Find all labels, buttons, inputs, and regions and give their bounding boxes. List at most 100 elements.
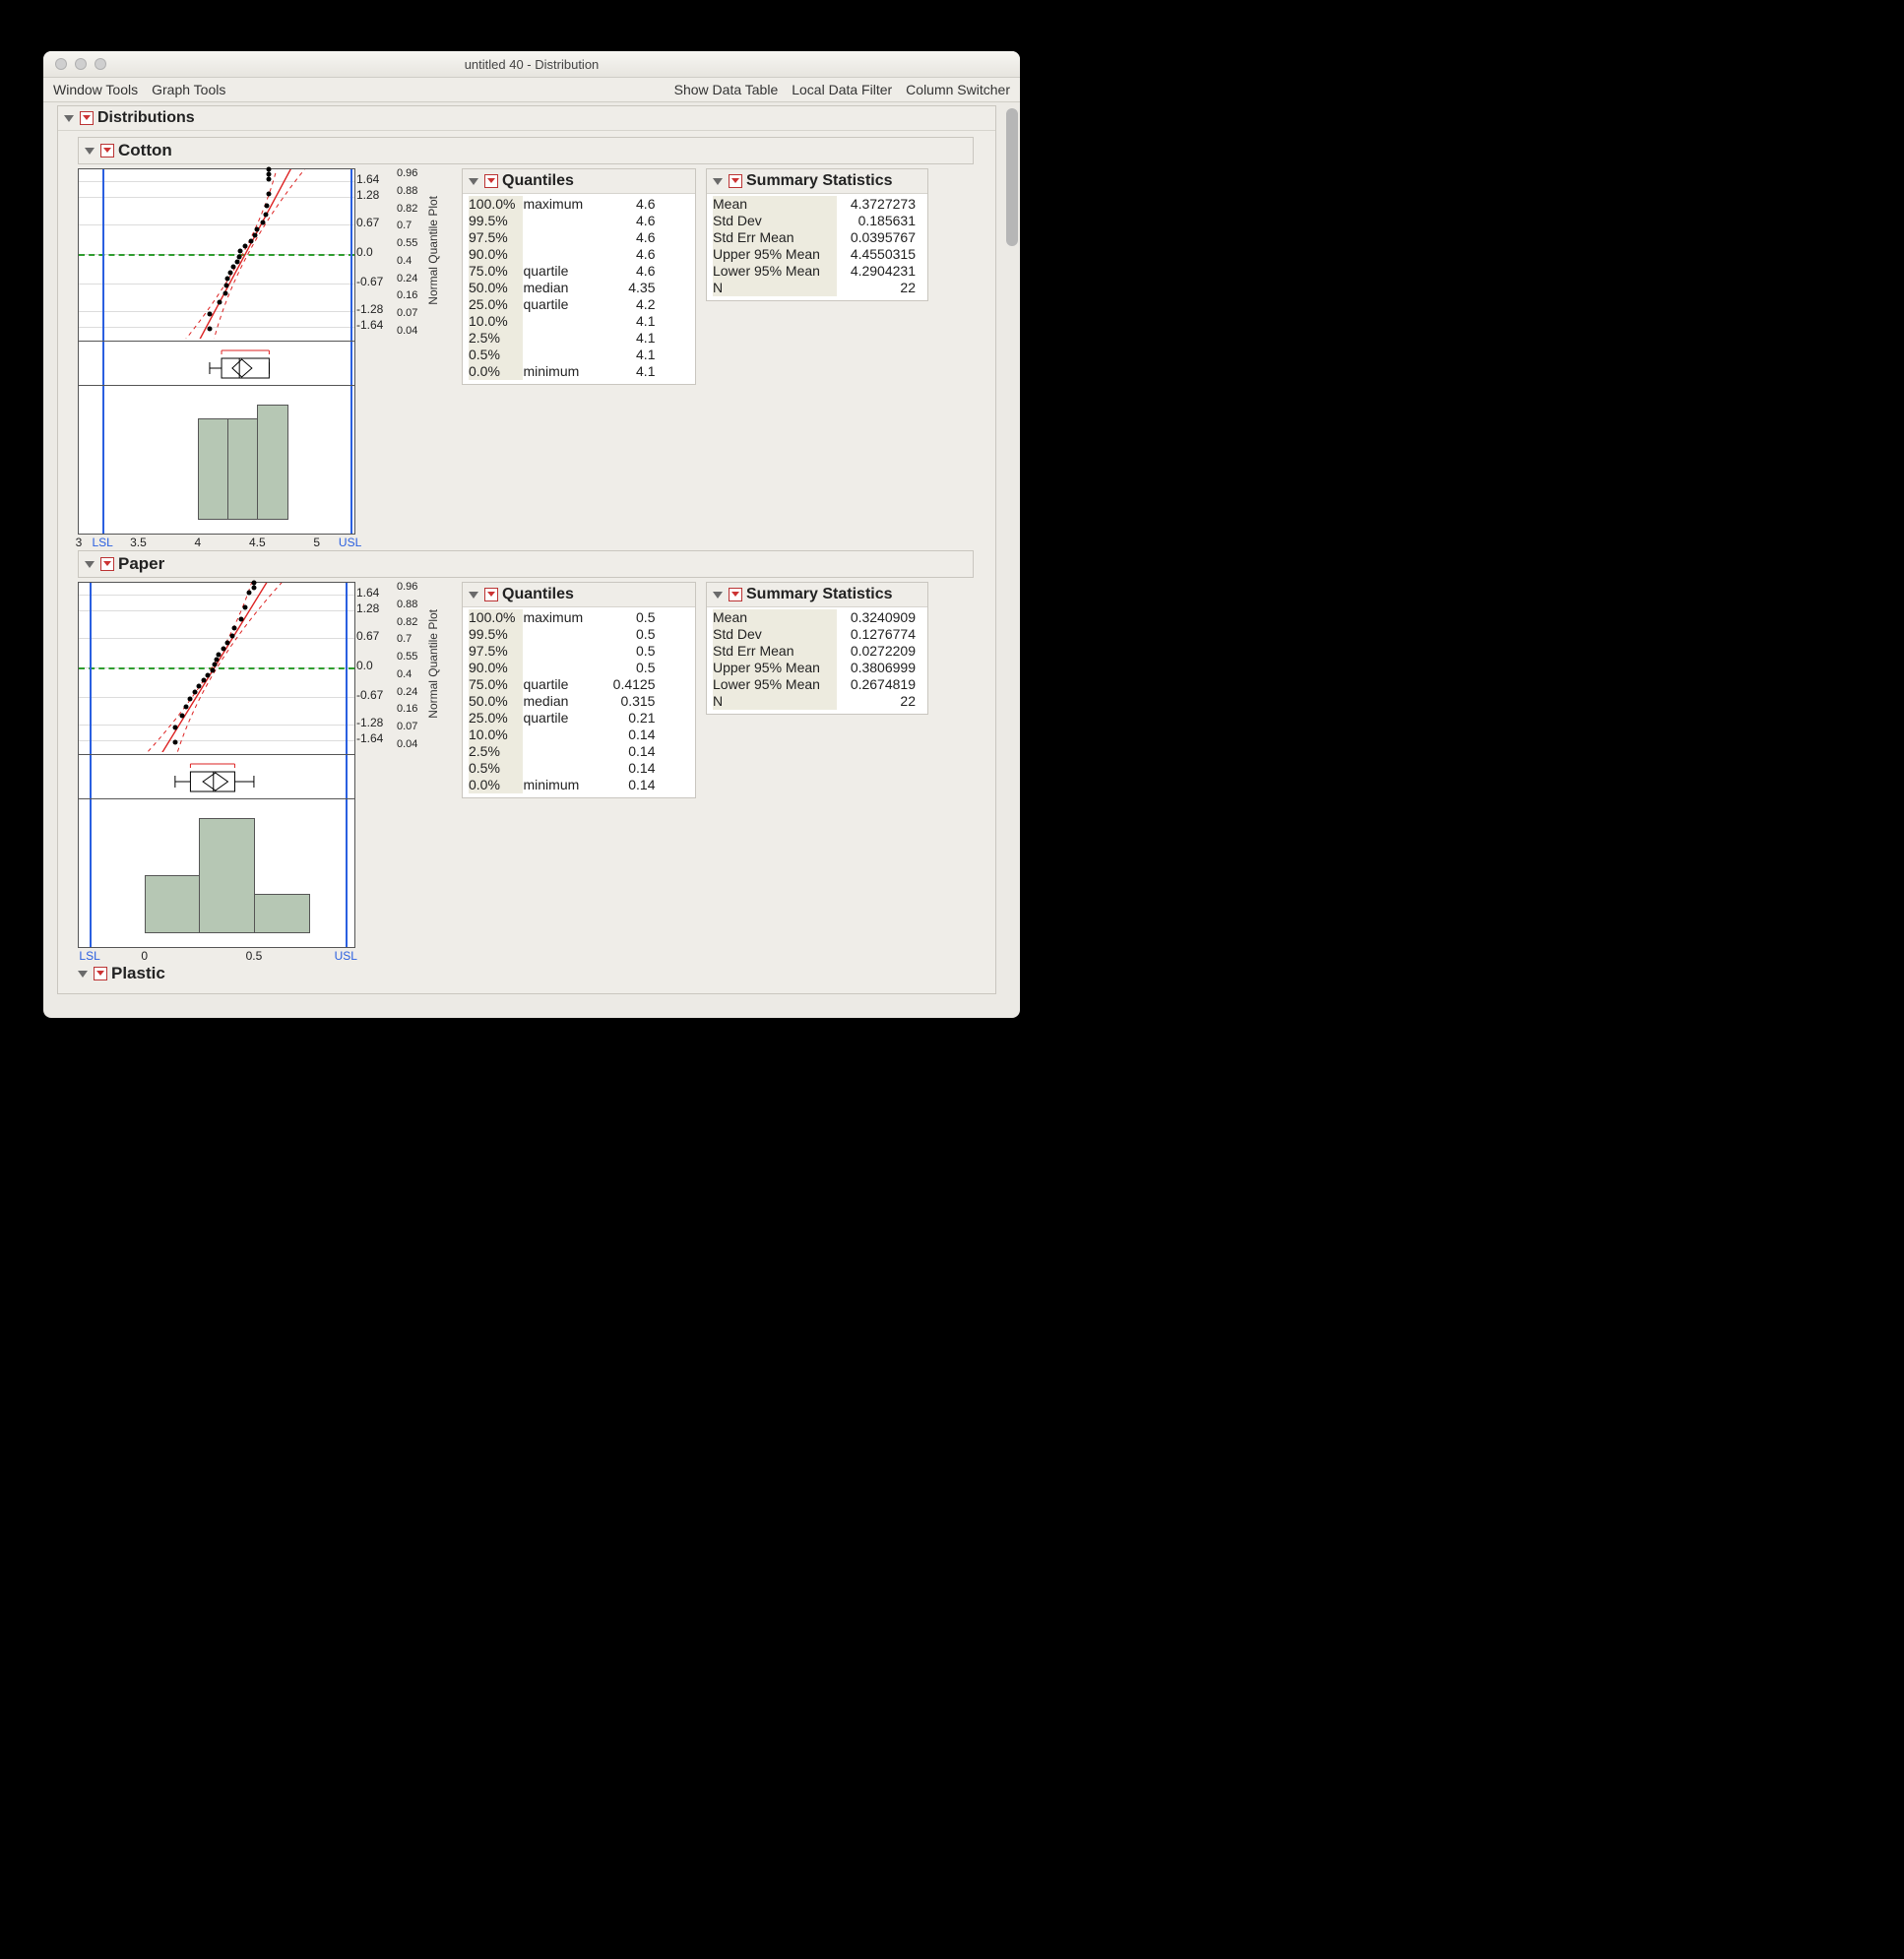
hotspot-icon[interactable] [100,557,114,571]
q-axis-right-label: 0.07 [397,307,417,319]
menubar: Window Tools Graph Tools Show Data Table… [43,78,1020,102]
data-point [223,284,228,288]
hotspot-icon[interactable] [94,967,107,980]
data-point [183,704,188,709]
table-row: Mean0.3240909 [713,609,921,626]
table-row: 75.0%quartile4.6 [469,263,663,280]
hotspot-icon[interactable] [484,174,498,188]
hotspot-icon[interactable] [100,144,114,158]
data-point [231,626,236,631]
quantiles-title: Quantiles [502,586,574,603]
box-plot[interactable] [78,755,355,799]
variable-title: Paper [118,554,164,574]
outline-title: Distributions [97,109,195,127]
q-axis-right-label: 0.04 [397,325,417,337]
q-axis-right-label: 0.7 [397,220,412,231]
normal-quantile-plot[interactable] [78,582,355,755]
data-point [225,640,230,645]
quantiles-title: Quantiles [502,172,574,190]
qplot-svg [79,583,352,752]
disclosure-triangle-icon[interactable] [85,148,95,155]
q-axis-right-label: 0.4 [397,255,412,267]
hotspot-icon[interactable] [484,588,498,601]
data-point [264,204,269,209]
disclosure-triangle-icon[interactable] [469,592,478,599]
q-axis-left-label: -1.64 [356,731,394,745]
table-row: 25.0%quartile4.2 [469,296,663,313]
q-axis-left-label: 1.28 [356,601,394,615]
hotspot-icon[interactable] [729,588,742,601]
table-row: Std Dev0.185631 [713,213,921,229]
window-titlebar: untitled 40 - Distribution [43,51,1020,78]
hist-axis-label: 5 [313,536,320,549]
quantiles-table: 100.0%maximum0.599.5%0.597.5%0.590.0%0.5… [469,609,663,793]
menu-window-tools[interactable]: Window Tools [53,82,138,97]
table-row: 0.0%minimum0.14 [469,777,663,793]
histogram-bar [198,418,228,520]
quantiles-panel: Quantiles100.0%maximum4.699.5%4.697.5%4.… [462,168,696,385]
data-point [247,590,252,595]
table-row: 2.5%4.1 [469,330,663,347]
chart-column: 1.641.280.670.0-0.67-1.28-1.640.960.880.… [78,582,452,948]
normal-quantile-plot-label: Normal Quantile Plot [426,609,440,719]
histogram-bar [199,818,255,933]
disclosure-triangle-icon[interactable] [78,971,88,978]
normal-quantile-plot[interactable] [78,168,355,342]
q-axis-right-label: 0.96 [397,167,417,179]
data-point [261,220,266,224]
data-point [225,277,230,282]
zoom-icon[interactable] [95,58,106,70]
table-row: 100.0%maximum0.5 [469,609,663,626]
data-point [172,725,177,729]
menu-show-data-table[interactable]: Show Data Table [674,82,779,97]
quantiles-panel: Quantiles 100.0%maximum0.599.5%0.597.5%0.… [462,582,696,798]
data-point [263,213,268,218]
data-point [267,167,272,172]
q-axis-right-label: 0.88 [397,185,417,197]
normal-quantile-plot-label: Normal Quantile Plot [426,196,440,305]
menu-column-switcher[interactable]: Column Switcher [906,82,1010,97]
table-row: 99.5%0.5 [469,626,663,643]
q-axis-left-label: 1.28 [356,188,394,202]
data-point [237,254,242,259]
data-point [267,171,272,176]
q-axis-left-label: 0.67 [356,629,394,643]
scrollbar-vertical[interactable] [1006,108,1018,246]
usl-label: USL [339,536,361,549]
table-row: 0.5%0.14 [469,760,663,777]
variable-header: Paper [78,550,974,578]
histogram-bar [145,875,201,934]
q-axis-right-label: 0.24 [397,273,417,284]
data-point [192,690,197,695]
disclosure-triangle-icon[interactable] [713,592,723,599]
table-row: Std Err Mean0.0272209 [713,643,921,660]
histogram-bar [227,418,258,520]
menu-graph-tools[interactable]: Graph Tools [152,82,225,97]
disclosure-triangle-icon[interactable] [64,115,74,122]
table-row: 25.0%quartile0.21 [469,710,663,727]
hist-axis-label: 0.5 [246,949,263,963]
summary-stats-table: Mean0.3240909Std Dev0.1276774Std Err Mea… [713,609,921,710]
data-point [234,259,239,264]
q-axis-right-label: 0.88 [397,599,417,610]
box-plot[interactable] [78,342,355,386]
histogram[interactable]: 00.5LSLUSL [78,799,355,948]
hist-axis-label: 4 [195,536,202,549]
disclosure-triangle-icon[interactable] [469,178,478,185]
hotspot-icon[interactable] [80,111,94,125]
data-point [238,249,243,254]
minimize-icon[interactable] [75,58,87,70]
q-axis-left-label: 0.0 [356,659,394,672]
histogram[interactable]: 33.544.55LSLUSL [78,386,355,535]
close-icon[interactable] [55,58,67,70]
data-point [255,226,260,231]
q-axis-right-label: 0.55 [397,651,417,663]
disclosure-triangle-icon[interactable] [85,561,95,568]
disclosure-triangle-icon[interactable] [713,178,723,185]
data-point [210,667,215,672]
table-row: 99.5%4.6 [469,213,663,229]
q-axis-right-label: 0.16 [397,289,417,301]
q-axis-left-label: 0.0 [356,245,394,259]
hotspot-icon[interactable] [729,174,742,188]
menu-local-data-filter[interactable]: Local Data Filter [792,82,892,97]
